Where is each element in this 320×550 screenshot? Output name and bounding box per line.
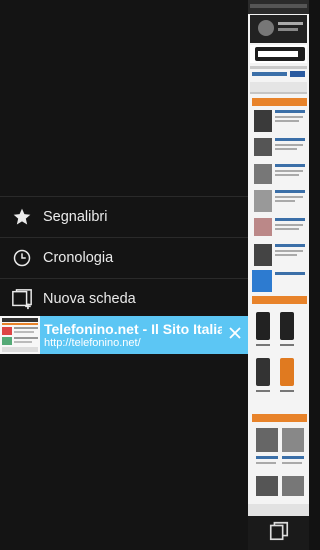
tab-text: Telefonino.net - Il Sito Italiano http:/… xyxy=(44,321,222,350)
menu-item-history[interactable]: Cronologia xyxy=(0,237,248,278)
tabs-overview-button[interactable] xyxy=(248,516,309,550)
close-tab-button[interactable] xyxy=(222,316,248,354)
open-tab-item[interactable]: Telefonino.net - Il Sito Italiano http:/… xyxy=(0,316,248,354)
drawer-menu: Segnalibri Cronologia Nuova scheda xyxy=(0,196,248,319)
menu-item-label: Cronologia xyxy=(43,250,114,266)
star-icon xyxy=(11,206,33,228)
page-preview[interactable] xyxy=(248,0,309,516)
tabs-icon xyxy=(268,520,290,547)
tab-thumbnail xyxy=(0,316,40,354)
tabs-drawer: Segnalibri Cronologia Nuova scheda Telef… xyxy=(0,0,248,550)
menu-item-new-tab[interactable]: Nuova scheda xyxy=(0,278,248,319)
new-tab-icon xyxy=(11,288,33,310)
tab-url: http://telefonino.net/ xyxy=(44,336,141,349)
tab-title: Telefonino.net - Il Sito Italiano xyxy=(44,320,222,337)
browser-screen: Segnalibri Cronologia Nuova scheda Telef… xyxy=(0,0,309,550)
menu-item-label: Nuova scheda xyxy=(43,291,136,307)
menu-item-label: Segnalibri xyxy=(43,209,108,225)
menu-item-bookmarks[interactable]: Segnalibri xyxy=(0,196,248,237)
close-icon xyxy=(229,326,241,344)
clock-icon xyxy=(11,247,33,269)
